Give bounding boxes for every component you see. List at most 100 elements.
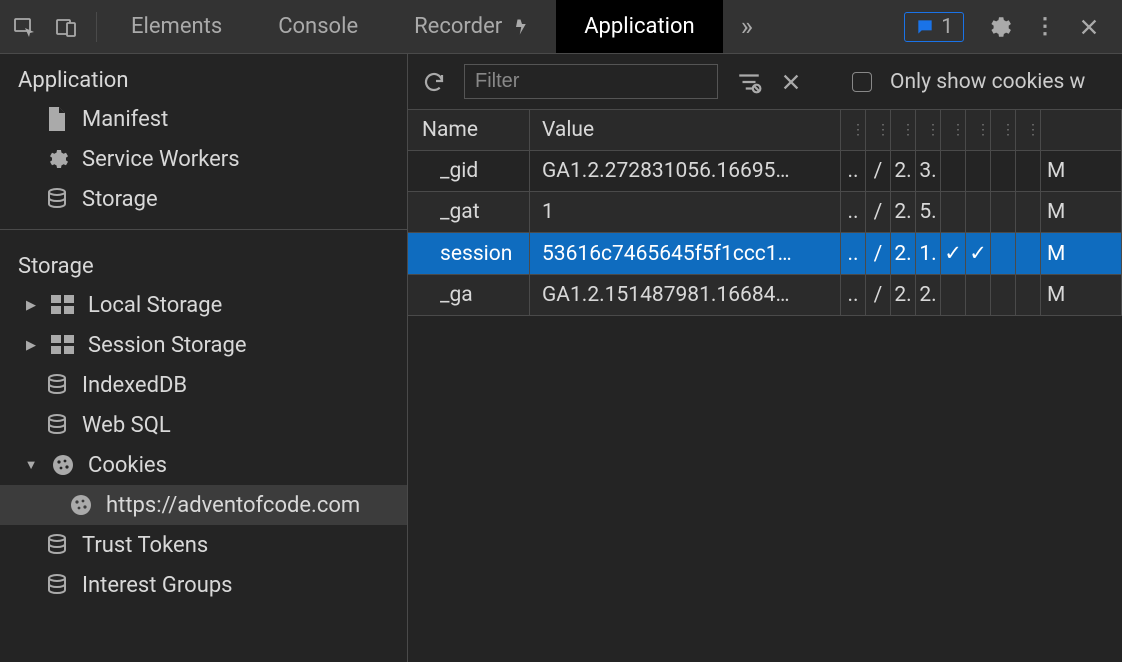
database-icon [44,372,70,398]
only-cookies-checkbox[interactable] [852,72,872,92]
kebab-menu-icon[interactable]: ⋮ [1034,14,1056,39]
cell-c8 [1016,192,1041,232]
inspect-element-icon[interactable] [12,15,36,39]
col-name[interactable]: Name [408,110,530,150]
sidebar-item-label: Interest Groups [82,573,233,598]
device-toggle-icon[interactable] [54,15,78,39]
devtools-tabbar: Elements Console Recorder Application » … [0,0,1122,54]
sidebar-item-label: Local Storage [88,293,222,318]
col-value[interactable]: Value [530,110,841,150]
sidebar-item-label: Session Storage [88,333,247,358]
table-header: Name Value ⋮ ⋮ ⋮ ⋮ ⋮ ⋮ ⋮ ⋮ [408,110,1122,151]
cell-c8 [1016,233,1041,274]
cell-c5 [941,192,966,232]
cell-value: 1 [530,192,841,232]
refresh-icon[interactable] [422,70,446,94]
cell-c2: / [866,275,891,315]
col-narrow[interactable]: ⋮ [1016,110,1041,150]
sidebar-group-application: Application [0,54,407,99]
cell-value: GA1.2.151487981.16684… [530,275,841,315]
sidebar-item-cookies[interactable]: ▼ Cookies [0,445,407,485]
sidebar-item-label: Trust Tokens [82,533,208,558]
cell-value: 53616c7465645f5f1ccc1… [530,233,841,274]
cell-c1: .. [841,275,866,315]
sidebar-item-label: Web SQL [82,413,171,438]
cell-c8 [1016,151,1041,191]
cell-last: M [1041,192,1122,232]
sidebar-item-websql[interactable]: Web SQL [0,405,407,445]
sidebar-item-service-workers[interactable]: Service Workers [0,139,407,179]
cell-last: M [1041,275,1122,315]
table-row[interactable]: _gidGA1.2.272831056.16695…../2.3.M [408,151,1122,192]
tab-application[interactable]: Application [556,0,722,53]
chevron-down-icon: ▼ [24,458,38,472]
sidebar-item-indexeddb[interactable]: IndexedDB [0,365,407,405]
close-devtools-icon[interactable] [1078,16,1100,38]
col-narrow[interactable]: ⋮ [941,110,966,150]
cell-c4: 5. [916,192,941,232]
clear-icon[interactable] [780,71,802,93]
sidebar-item-session-storage[interactable]: ▶ Session Storage [0,325,407,365]
tab-elements[interactable]: Elements [103,0,250,53]
application-sidebar: Application Manifest Service Workers Sto… [0,54,408,662]
sidebar-item-storage[interactable]: Storage [0,179,407,219]
cookies-toolbar: Only show cookies w [408,54,1122,110]
tab-console[interactable]: Console [250,0,386,53]
cell-value: GA1.2.272831056.16695… [530,151,841,191]
col-narrow[interactable]: ⋮ [916,110,941,150]
file-icon [44,106,70,132]
tab-recorder[interactable]: Recorder [386,0,556,53]
cell-c8 [1016,275,1041,315]
tab-label: Recorder [414,14,502,39]
cell-name: session [408,233,530,274]
cell-c5 [941,151,966,191]
cell-c7 [991,275,1016,315]
more-tabs-icon[interactable]: » [723,12,771,42]
database-icon [44,186,70,212]
cookie-icon [68,492,94,518]
sidebar-item-cookie-origin[interactable]: https://adventofcode.com [0,485,407,525]
issues-count: 1 [941,15,953,39]
filter-settings-icon[interactable] [736,69,762,95]
sidebar-item-label: IndexedDB [82,373,187,398]
cell-last: M [1041,151,1122,191]
col-narrow[interactable]: ⋮ [966,110,991,150]
sidebar-item-interest-groups[interactable]: Interest Groups [0,565,407,605]
cell-c7 [991,233,1016,274]
col-narrow[interactable] [1041,110,1122,150]
table-icon [50,332,76,358]
sidebar-item-label: Manifest [82,107,168,132]
table-row[interactable]: _gat1../2.5.M [408,192,1122,233]
cookies-panel: Only show cookies w Name Value ⋮ ⋮ ⋮ ⋮ ⋮… [408,54,1122,662]
cell-c6 [966,151,991,191]
cell-c7 [991,151,1016,191]
sidebar-item-label: https://adventofcode.com [106,493,360,518]
gear-icon [44,146,70,172]
cookies-table: Name Value ⋮ ⋮ ⋮ ⋮ ⋮ ⋮ ⋮ ⋮ _gidGA1.2.272… [408,110,1122,662]
settings-gear-icon[interactable] [986,14,1012,40]
col-narrow[interactable]: ⋮ [841,110,866,150]
filter-input[interactable] [464,64,718,99]
chevron-right-icon: ▶ [24,298,38,312]
sidebar-group-storage: Storage [0,240,407,285]
table-icon [50,292,76,318]
col-narrow[interactable]: ⋮ [991,110,1016,150]
sidebar-item-trust-tokens[interactable]: Trust Tokens [0,525,407,565]
cell-c4: 1. [916,233,941,274]
cell-name: _gid [408,151,530,191]
cell-c5 [941,275,966,315]
sidebar-item-label: Cookies [88,453,167,478]
col-narrow[interactable]: ⋮ [891,110,916,150]
col-narrow[interactable]: ⋮ [866,110,891,150]
cell-c3: 2. [891,192,916,232]
table-row[interactable]: session53616c7465645f5f1ccc1…../2.1.✓✓M [408,233,1122,275]
cell-c4: 3. [916,151,941,191]
table-row[interactable]: _gaGA1.2.151487981.16684…../2.2.M [408,275,1122,316]
cell-c7 [991,192,1016,232]
cell-c2: / [866,151,891,191]
cookie-icon [50,452,76,478]
sidebar-item-label: Service Workers [82,147,240,172]
sidebar-item-local-storage[interactable]: ▶ Local Storage [0,285,407,325]
issues-badge[interactable]: 1 [904,12,964,42]
sidebar-item-manifest[interactable]: Manifest [0,99,407,139]
